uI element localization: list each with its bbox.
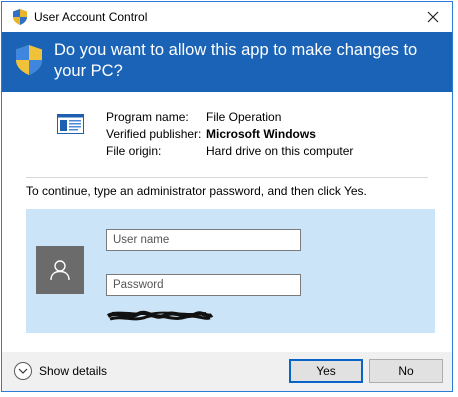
user-icon — [50, 260, 70, 281]
window-title: User Account Control — [34, 10, 148, 24]
program-info: Program name: File Operation Verified pu… — [106, 109, 353, 160]
program-name-label: Program name: — [106, 110, 189, 124]
uac-shield-icon — [13, 9, 27, 25]
file-origin-row: File origin: Hard drive on this computer — [106, 143, 353, 160]
file-origin-label: File origin: — [106, 144, 162, 158]
publisher-row: Verified publisher: Microsoft Windows — [106, 126, 353, 143]
publisher-label: Verified publisher: — [106, 127, 202, 141]
no-button[interactable]: No — [369, 359, 443, 383]
redaction-scribble — [106, 310, 214, 321]
credential-panel[interactable] — [26, 209, 435, 333]
file-origin-value: Hard drive on this computer — [206, 144, 354, 158]
window-app-icon — [57, 114, 84, 134]
prompt-question: Do you want to allow this app to make ch… — [54, 41, 418, 80]
prompt-header: Do you want to allow this app to make ch… — [2, 32, 452, 92]
divider — [26, 177, 428, 178]
program-name-value: File Operation — [206, 110, 282, 124]
close-icon — [427, 11, 439, 23]
show-details-label: Show details — [39, 364, 108, 378]
chevron-circle — [14, 362, 32, 380]
user-tile — [36, 246, 84, 294]
close-button[interactable] — [420, 4, 446, 30]
username-input[interactable] — [106, 229, 301, 251]
uac-dialog: User Account Control Do you want to allo… — [1, 1, 453, 392]
uac-shield-icon — [16, 45, 42, 75]
yes-button[interactable]: Yes — [289, 359, 363, 383]
show-details-toggle[interactable]: Show details — [14, 362, 107, 380]
publisher-value: Microsoft Windows — [206, 127, 316, 141]
credential-instruction: To continue, type an administrator passw… — [26, 184, 367, 198]
dialog-footer: Show details Yes No — [2, 352, 452, 391]
program-name-row: Program name: File Operation — [106, 109, 353, 126]
title-bar: User Account Control — [2, 2, 452, 32]
password-input[interactable] — [106, 274, 301, 296]
chevron-down-icon — [18, 368, 28, 374]
